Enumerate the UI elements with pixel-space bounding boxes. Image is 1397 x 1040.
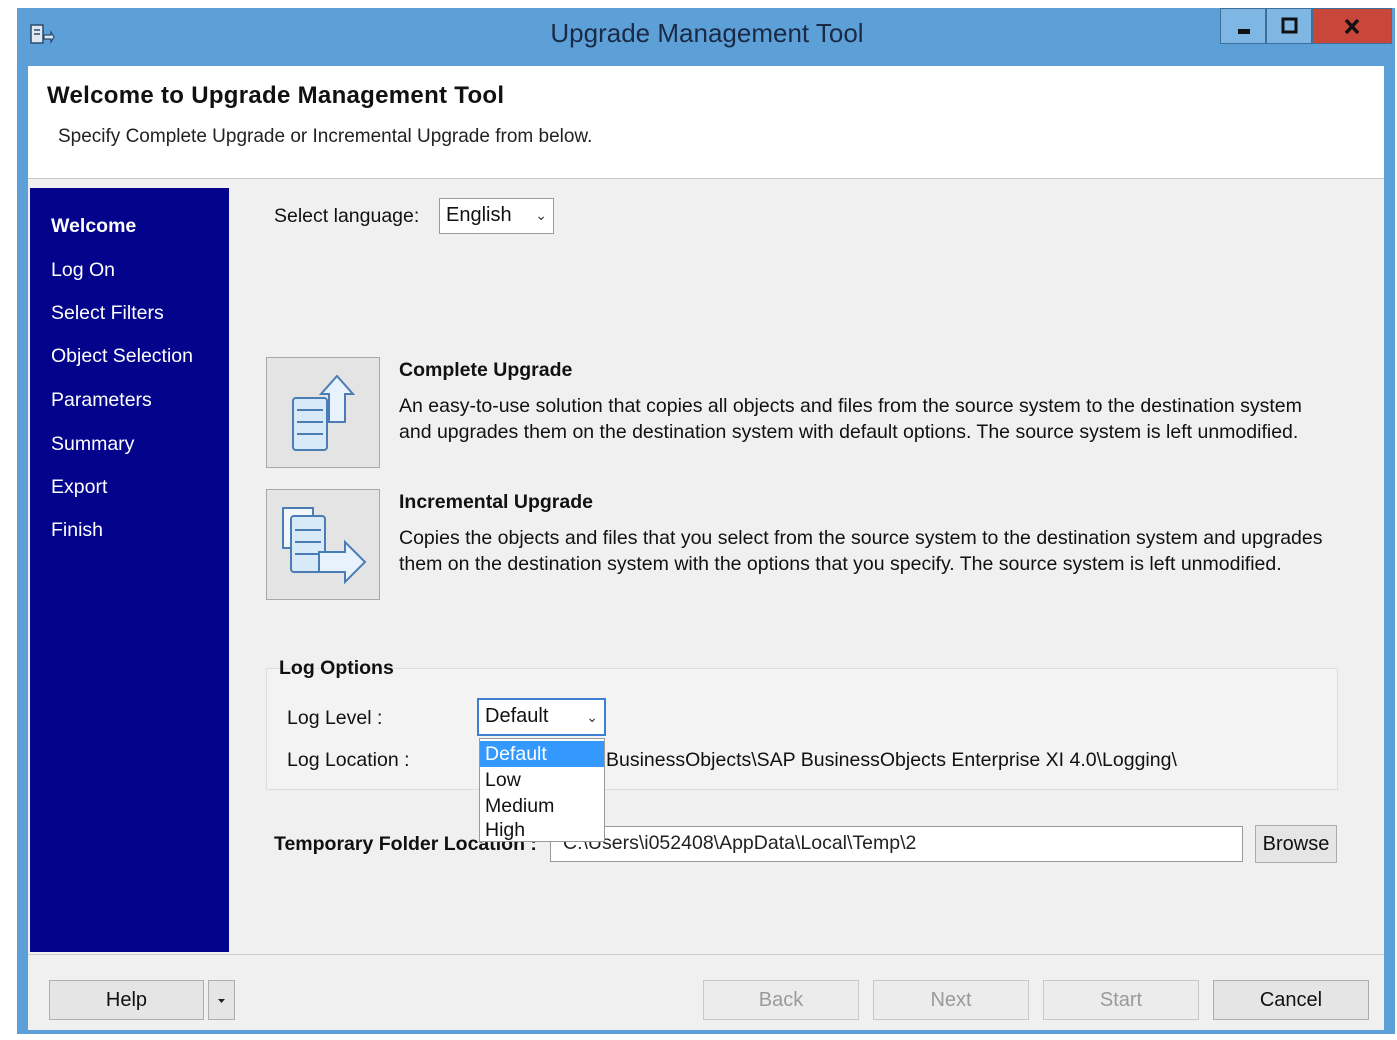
app-icon: [30, 24, 55, 45]
browse-button[interactable]: Browse: [1255, 825, 1337, 863]
dropdown-option-high[interactable]: High: [480, 817, 604, 843]
complete-upgrade-button[interactable]: [266, 357, 380, 468]
page-subtitle: Specify Complete Upgrade or Incremental …: [58, 126, 593, 147]
log-location-label: Log Location :: [287, 749, 410, 771]
sidebar-item-summary[interactable]: Summary: [51, 433, 134, 456]
documents-arrow-icon: [282, 507, 367, 585]
log-level-label: Log Level :: [287, 707, 383, 729]
back-button[interactable]: Back: [703, 980, 859, 1020]
next-button[interactable]: Next: [873, 980, 1029, 1020]
minimize-button[interactable]: [1220, 8, 1266, 44]
start-button[interactable]: Start: [1043, 980, 1199, 1020]
log-location-value: BusinessObjects\SAP BusinessObjects Ente…: [606, 749, 1177, 771]
page-title: Welcome to Upgrade Management Tool: [47, 82, 505, 109]
log-level-dropdown-list: Default Low Medium High: [479, 738, 605, 842]
chevron-down-icon: ⌄: [586, 709, 598, 725]
sidebar-item-log-on[interactable]: Log On: [51, 259, 115, 282]
server-upload-icon: [292, 374, 356, 451]
log-options-heading: Log Options: [279, 657, 394, 679]
title-bar[interactable]: Upgrade Management Tool: [17, 8, 1395, 65]
wizard-header: Welcome to Upgrade Management Tool Speci…: [28, 66, 1384, 179]
maximize-button[interactable]: [1266, 8, 1312, 44]
sidebar-item-finish[interactable]: Finish: [51, 519, 103, 542]
sidebar-item-object-selection[interactable]: Object Selection: [51, 345, 193, 368]
minimize-icon: [1238, 29, 1250, 34]
cancel-button[interactable]: Cancel: [1213, 980, 1369, 1020]
dropdown-option-medium[interactable]: Medium: [480, 793, 604, 819]
dropdown-option-low[interactable]: Low: [480, 767, 604, 793]
log-level-select-value: Default: [485, 705, 549, 727]
window-title: Upgrade Management Tool: [550, 18, 864, 48]
temp-folder-input[interactable]: C:\Users\i052408\AppData\Local\Temp\2: [550, 826, 1243, 862]
language-select-value: English: [446, 204, 512, 226]
close-icon: [1344, 18, 1360, 35]
footer-separator: [28, 954, 1384, 955]
dropdown-option-default[interactable]: Default: [480, 741, 604, 767]
sidebar-item-parameters[interactable]: Parameters: [51, 389, 152, 412]
help-button[interactable]: Help: [49, 980, 204, 1020]
maximize-icon: [1281, 17, 1298, 34]
sidebar-item-export[interactable]: Export: [51, 476, 107, 499]
log-level-select[interactable]: Default ⌄: [477, 698, 606, 736]
client-area: Welcome to Upgrade Management Tool Speci…: [28, 66, 1384, 1030]
complete-upgrade-description: An easy-to-use solution that copies all …: [399, 395, 1302, 443]
sidebar-item-welcome[interactable]: Welcome: [51, 215, 136, 238]
incremental-upgrade-button[interactable]: [266, 489, 380, 600]
chevron-down-icon: ⌄: [535, 207, 547, 223]
incremental-upgrade-description: Copies the objects and files that you se…: [399, 527, 1323, 575]
wizard-steps-sidebar: Welcome Log On Select Filters Object Sel…: [30, 188, 229, 952]
language-select[interactable]: English ⌄: [439, 198, 554, 234]
incremental-upgrade-title: Incremental Upgrade: [399, 491, 593, 513]
language-label: Select language:: [274, 205, 420, 227]
complete-upgrade-title: Complete Upgrade: [399, 359, 573, 381]
help-menu-button[interactable]: [208, 980, 235, 1020]
app-window: Upgrade Management Tool Welcome to Upgra…: [17, 8, 1395, 1034]
small-arrow-down-icon: [218, 999, 225, 1003]
sidebar-item-select-filters[interactable]: Select Filters: [51, 302, 164, 325]
close-button[interactable]: [1312, 8, 1392, 44]
